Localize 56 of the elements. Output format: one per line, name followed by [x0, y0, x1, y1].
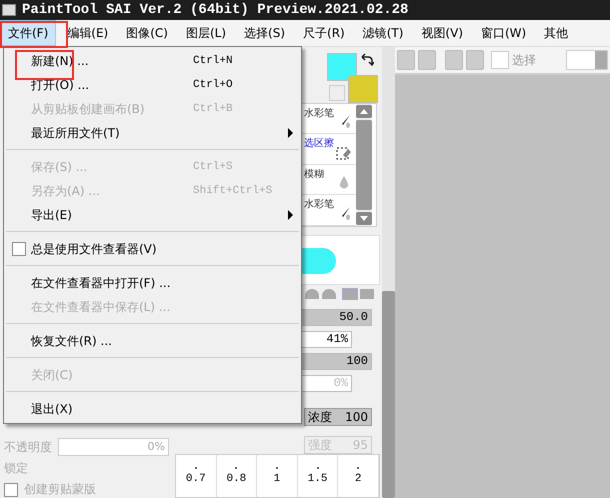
menu-item[interactable]: 图像(C) — [119, 20, 175, 46]
tool-label: 模糊 — [304, 168, 324, 180]
brush-size-item[interactable]: 1 — [257, 454, 298, 497]
clip-checkbox[interactable] — [4, 482, 18, 496]
menu-option[interactable]: 退出(X) — [4, 397, 301, 421]
redo-button[interactable] — [418, 50, 436, 70]
shape-icon[interactable] — [343, 288, 357, 299]
toolbar-button[interactable] — [466, 50, 484, 70]
select-checkbox[interactable] — [491, 51, 509, 69]
menu-option[interactable]: 在文件查看器中打开(F) ... — [4, 271, 301, 295]
clip-label: 创建剪贴蒙版 — [24, 481, 96, 498]
menu-item[interactable]: 窗口(W) — [474, 20, 534, 46]
menu-option[interactable]: 新建(N) ... Ctrl+N — [4, 49, 301, 73]
menu-option[interactable]: 打开(O) ... Ctrl+O — [4, 73, 301, 97]
tool-label: 选区擦 — [304, 138, 334, 150]
transparent-icon[interactable] — [329, 85, 345, 101]
toolbar-button[interactable] — [445, 50, 463, 70]
window-title: PaintTool SAI Ver.2 (64bit) Preview.2021.02.28 — [22, 2, 408, 18]
brush-size-item[interactable]: 2 — [338, 454, 379, 497]
menu-item[interactable]: 选择(S) — [237, 20, 292, 46]
menu-item[interactable]: 滤镜(T) — [356, 20, 410, 46]
mix-slider[interactable]: 浓度 100 — [304, 408, 372, 426]
highlight-frame — [15, 50, 74, 80]
shape-icon[interactable] — [322, 288, 336, 299]
lock-label: 锁定 — [4, 460, 28, 477]
app-icon — [2, 4, 16, 16]
opacity-label: 不透明度 — [4, 438, 52, 456]
checkbox[interactable] — [12, 242, 26, 256]
undo-button[interactable] — [397, 50, 415, 70]
tool-label: 水彩笔 — [304, 199, 334, 210]
brush-size-item[interactable]: 0.8 — [216, 454, 258, 497]
shape-icon[interactable] — [360, 288, 374, 299]
swap-icon[interactable] — [360, 53, 374, 67]
scroll-thumb[interactable] — [356, 120, 372, 210]
brush-size-item[interactable]: 0.7 — [176, 454, 217, 497]
menu-item[interactable]: 编辑(E) — [60, 20, 116, 46]
dropdown[interactable] — [566, 50, 608, 70]
select-label: 选择 — [512, 52, 536, 68]
color-swatch[interactable] — [348, 75, 378, 103]
eraser-icon — [336, 144, 352, 161]
menu-option[interactable]: 最近所用文件(T) — [4, 121, 301, 145]
brush-size-item[interactable]: 1.5 — [298, 454, 338, 497]
menu-item[interactable]: 视图(V) — [414, 20, 470, 46]
shape-icon[interactable] — [305, 288, 319, 299]
menu-option[interactable]: 总是使用文件查看器(V) — [4, 237, 301, 261]
menu-item[interactable]: 图层(L) — [178, 20, 234, 46]
menu-item[interactable]: 其他 — [537, 20, 576, 46]
menu-item[interactable]: 尺子(R) — [296, 20, 352, 46]
tool-label: 水彩笔 — [304, 108, 334, 119]
scroll-thumb[interactable] — [382, 291, 395, 498]
highlight-frame — [0, 21, 68, 48]
color-swatch[interactable] — [327, 53, 357, 81]
menu-option[interactable]: 导出(E) — [4, 203, 301, 227]
scroll-down-button[interactable] — [356, 212, 372, 226]
menu-option[interactable]: 恢复文件(R) ... — [4, 329, 301, 353]
scroll-up-button[interactable] — [356, 104, 372, 118]
